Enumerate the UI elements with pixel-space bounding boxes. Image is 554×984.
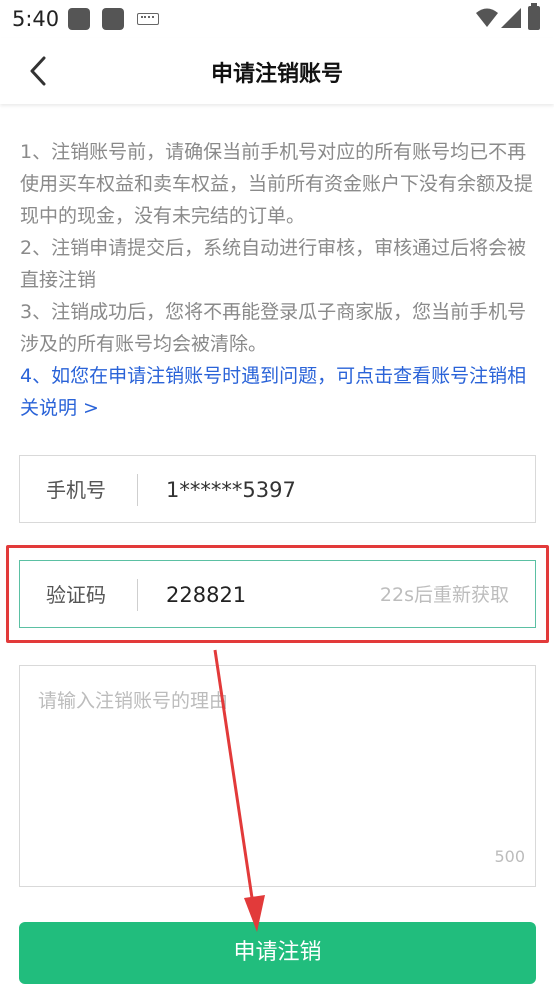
keyboard-icon <box>137 13 159 25</box>
phone-field: 手机号 1******5397 <box>19 455 536 523</box>
notice-item-3: 3、注销成功后，您将不再能登录瓜子商家版，您当前手机号涉及的所有账号均会被清除。 <box>20 301 527 355</box>
divider <box>137 474 138 506</box>
signal-icon <box>501 8 521 28</box>
battery-icon <box>528 3 540 30</box>
annotation-highlight-box <box>6 545 549 643</box>
app-notification-icon <box>102 8 124 30</box>
status-bar: 5:40 <box>0 0 554 38</box>
submit-button[interactable]: 申请注销 <box>19 922 536 984</box>
app-bar: 申请注销账号 <box>0 38 554 104</box>
notice-text: 1、注销账号前，请确保当前手机号对应的所有账号均已不再使用买车权益和卖车权益，当… <box>20 136 536 424</box>
char-limit: 500 <box>494 847 525 866</box>
wifi-icon <box>476 8 498 27</box>
notice-item-1: 1、注销账号前，请确保当前手机号对应的所有账号均已不再使用买车权益和卖车权益，当… <box>20 141 534 227</box>
reason-placeholder: 请输入注销账号的理由 <box>38 690 229 712</box>
notice-item-2: 2、注销申请提交后，系统自动进行审核，审核通过后将会被直接注销 <box>20 237 527 291</box>
page-title: 申请注销账号 <box>210 62 343 87</box>
phone-label: 手机号 <box>46 478 106 502</box>
app-notification-icon <box>68 8 90 30</box>
status-time: 5:40 <box>12 7 60 31</box>
help-link[interactable]: 4、如您在申请注销账号时遇到问题，可点击查看账号注销相关说明 > <box>20 360 536 424</box>
phone-value: 1******5397 <box>166 478 296 502</box>
reason-textarea[interactable]: 请输入注销账号的理由 500 <box>19 665 536 887</box>
